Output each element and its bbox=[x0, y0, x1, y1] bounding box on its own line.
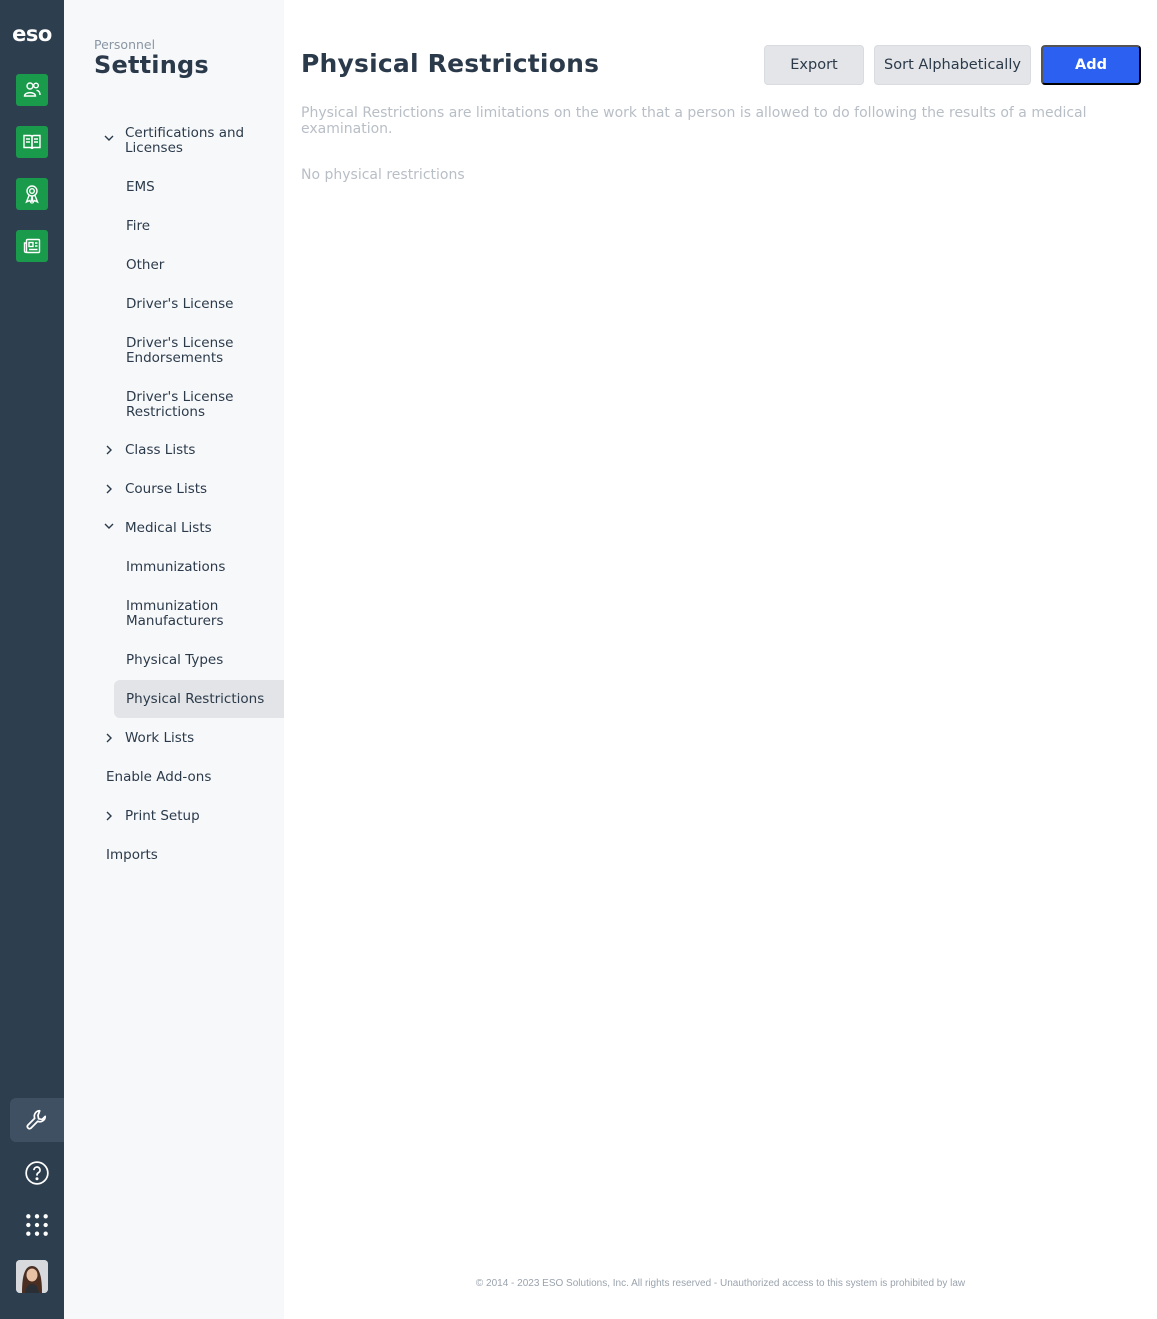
copyright-footer: © 2014 - 2023 ESO Solutions, Inc. All ri… bbox=[475, 1278, 966, 1289]
help-button[interactable] bbox=[10, 1151, 64, 1195]
nav-drivers-license-endorsements[interactable]: Driver's License Endorsements bbox=[126, 336, 236, 366]
people-icon bbox=[23, 82, 41, 97]
nav-fire[interactable]: Fire bbox=[126, 219, 276, 234]
chevron-down-icon[interactable] bbox=[102, 130, 116, 144]
credentials-app-button[interactable] bbox=[16, 178, 48, 210]
chevron-right-icon[interactable] bbox=[102, 481, 116, 495]
sidenav-title: Settings bbox=[94, 51, 209, 79]
award-icon bbox=[25, 185, 39, 204]
app-switcher-button[interactable] bbox=[10, 1203, 64, 1247]
nav-course-lists[interactable]: Course Lists bbox=[125, 482, 275, 497]
help-icon bbox=[25, 1161, 49, 1185]
settings-sidenav: Personnel Settings Certifications and Li… bbox=[64, 0, 284, 1319]
nav-immunizations[interactable]: Immunizations bbox=[126, 560, 276, 575]
nav-other[interactable]: Other bbox=[126, 258, 276, 273]
page-description: Physical Restrictions are limitations on… bbox=[301, 105, 1087, 137]
settings-nav-button[interactable] bbox=[10, 1098, 64, 1142]
nav-imports[interactable]: Imports bbox=[106, 848, 276, 863]
nav-physical-restrictions[interactable]: Physical Restrictions bbox=[126, 692, 276, 707]
section-eyebrow: Personnel bbox=[94, 37, 156, 52]
personnel-app-button[interactable] bbox=[16, 74, 48, 106]
nav-enable-add-ons[interactable]: Enable Add-ons bbox=[106, 770, 276, 785]
reports-app-button[interactable] bbox=[16, 230, 48, 262]
user-avatar[interactable] bbox=[16, 1260, 48, 1293]
nav-print-setup[interactable]: Print Setup bbox=[125, 809, 275, 824]
add-button[interactable]: Add bbox=[1041, 45, 1141, 85]
app-grid-icon bbox=[26, 1214, 48, 1236]
nav-certifications-and-licenses[interactable]: Certifications and Licenses bbox=[125, 126, 275, 156]
main-content: Physical Restrictions Export Sort Alphab… bbox=[284, 0, 1157, 1319]
app-rail: eso bbox=[0, 0, 64, 1319]
book-icon bbox=[23, 134, 41, 150]
export-button[interactable]: Export bbox=[764, 45, 864, 85]
nav-physical-types[interactable]: Physical Types bbox=[126, 653, 276, 668]
nav-drivers-license-restrictions[interactable]: Driver's License Restrictions bbox=[126, 390, 236, 420]
eso-logo[interactable]: eso bbox=[8, 22, 56, 46]
chevron-right-icon[interactable] bbox=[102, 442, 116, 456]
wrench-icon bbox=[26, 1109, 47, 1130]
nav-immunization-manufacturers[interactable]: Immunization Manufacturers bbox=[126, 599, 236, 629]
chevron-right-icon[interactable] bbox=[102, 730, 116, 744]
chevron-down-icon[interactable] bbox=[102, 518, 116, 532]
empty-state-message: No physical restrictions bbox=[301, 167, 465, 183]
nav-drivers-license[interactable]: Driver's License bbox=[126, 297, 276, 312]
app-root: eso Personnel Settings Certifications an… bbox=[0, 0, 1157, 1319]
page-title: Physical Restrictions bbox=[301, 49, 600, 78]
nav-medical-lists[interactable]: Medical Lists bbox=[125, 521, 275, 536]
training-app-button[interactable] bbox=[16, 126, 48, 158]
chevron-right-icon[interactable] bbox=[102, 808, 116, 822]
nav-work-lists[interactable]: Work Lists bbox=[125, 731, 275, 746]
nav-ems[interactable]: EMS bbox=[126, 180, 276, 195]
sort-alphabetically-button[interactable]: Sort Alphabetically bbox=[874, 45, 1031, 85]
newspaper-icon bbox=[23, 238, 41, 254]
nav-class-lists[interactable]: Class Lists bbox=[125, 443, 275, 458]
